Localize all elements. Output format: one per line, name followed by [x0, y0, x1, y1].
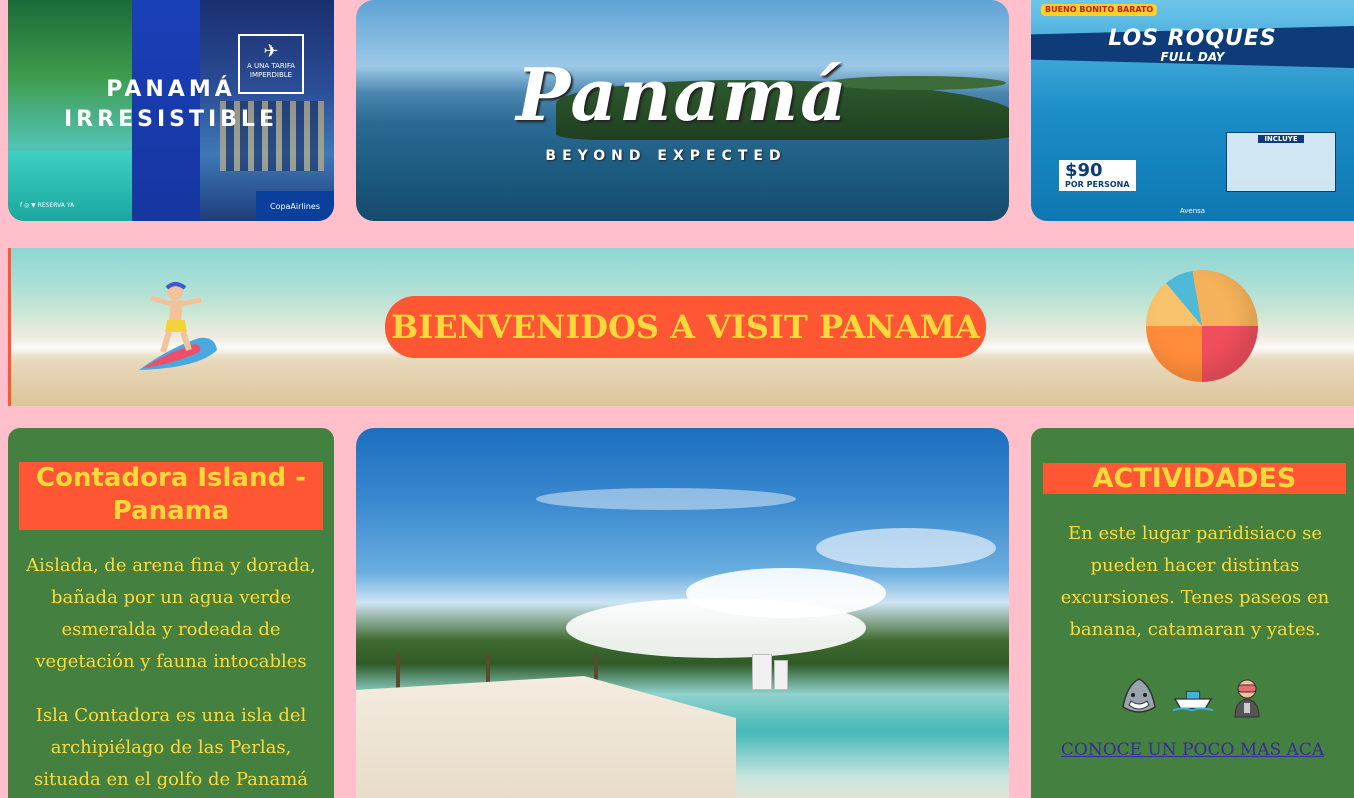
boat-icon [1172, 676, 1213, 720]
panama-irresistible-banner: PANAMÁ IRRESISTIBLE ✈ A UNA TARIFA IMPER… [8, 0, 334, 221]
promo-badge: BUENO BONITO BARATO [1041, 4, 1158, 16]
surfer-icon [139, 282, 217, 370]
airplane-stamp: ✈ A UNA TARIFA IMPERDIBLE [238, 34, 304, 94]
banner-tagline: BEYOND EXPECTED [545, 148, 787, 164]
los-roques-banner: BUENO BONITO BARATO LOS ROQUES FULL DAY … [1031, 0, 1354, 221]
learn-more-link[interactable]: CONOCE UN POCO MAS ACA [1031, 740, 1354, 760]
banner-subtitle: FULL DAY [1160, 50, 1225, 64]
welcome-title: BIENVENIDOS A VISIT PANAMA [385, 296, 986, 358]
contadora-description: Aislada, de arena fina y dorada, bañada … [26, 555, 316, 672]
social-links: f ◎ ▼ RESERVA YA [20, 202, 75, 209]
shark-icon [1119, 676, 1159, 720]
price-tag: $90 POR PERSONA [1059, 160, 1136, 191]
contadora-history: Isla Contadora es una isla del archipiél… [33, 705, 309, 790]
contadora-beach-photo [356, 428, 1009, 798]
panama-beyond-expected-banner: Panamá BEYOND EXPECTED [356, 0, 1009, 221]
sponsor-logos: Avensa [1179, 207, 1206, 215]
banner-title: LOS ROQUES [1108, 26, 1277, 51]
copa-airlines-logo: CopaAirlines [256, 191, 334, 221]
activity-icons [1031, 676, 1354, 720]
beach-ball-icon [1146, 270, 1258, 382]
actividades-card: ACTIVIDADES En este lugar paridisiaco se… [1031, 428, 1354, 798]
airplane-icon: ✈ [263, 41, 279, 62]
panama-script-title: Panamá [516, 52, 849, 137]
contadora-title: Contadora Island - Panama [19, 462, 323, 530]
includes-box: INCLUYE [1226, 132, 1336, 192]
actividades-title: ACTIVIDADES [1043, 463, 1346, 494]
welcome-banner: BIENVENIDOS A VISIT PANAMA [8, 248, 1354, 406]
contadora-card: Contadora Island - Panama Aislada, de ar… [8, 428, 334, 798]
diver-icon [1227, 676, 1267, 720]
actividades-description: En este lugar paridisiaco se pueden hace… [1060, 523, 1330, 640]
